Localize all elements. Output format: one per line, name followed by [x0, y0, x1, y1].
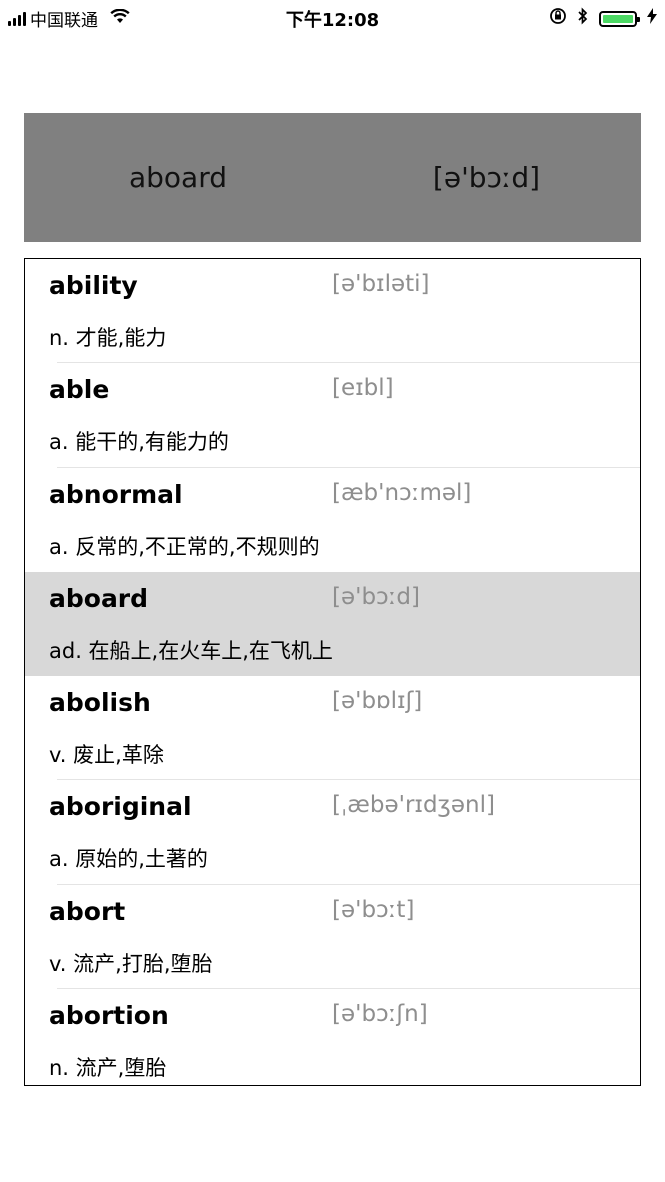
word-row[interactable]: able [eɪbl] a. 能干的,有能力的 [25, 363, 640, 468]
status-right [549, 7, 657, 30]
word-row[interactable]: ability [ə'bɪləti] n. 才能,能力 [25, 259, 640, 364]
entry-definition: a. 原始的,土著的 [49, 847, 208, 872]
entry-word: ability [49, 271, 138, 300]
entry-word: aboard [49, 583, 149, 613]
entry-definition: v. 流产,打胎,堕胎 [49, 951, 213, 976]
word-row[interactable]: abnormal [æb'nɔːməl] a. 反常的,不正常的,不规则的 [25, 468, 640, 572]
entry-word: abort [49, 896, 126, 926]
word-row[interactable]: aboriginal [ˌæbə'rɪdʒənl] a. 原始的,土著的 [25, 780, 640, 885]
selected-word-header: aboard [ə'bɔːd] [24, 113, 641, 242]
word-row[interactable]: abolish [ə'bɒlɪʃ] v. 废止,革除 [25, 676, 640, 781]
entry-phonetic: [ˌæbə'rɪdʒənl] [332, 792, 495, 819]
word-row[interactable]: abortion [ə'bɔːʃn] n. 流产,堕胎 [25, 989, 640, 1085]
word-row-selected[interactable]: aboard [ə'bɔːd] ad. 在船上,在火车上,在飞机上 [25, 571, 640, 677]
entry-phonetic: [ə'bɔːt] [332, 896, 415, 923]
entry-definition: n. 才能,能力 [49, 326, 167, 350]
entry-word: abortion [49, 1001, 169, 1031]
entry-phonetic: [ə'bɪləti] [332, 271, 430, 297]
entry-phonetic: [ə'bɒlɪʃ] [332, 688, 423, 715]
entry-definition: a. 能干的,有能力的 [49, 430, 229, 455]
entry-word: aboriginal [49, 792, 192, 822]
word-list[interactable]: ability [ə'bɪləti] n. 才能,能力 able [eɪbl] … [24, 258, 641, 1086]
entry-phonetic: [ə'bɔːʃn] [332, 1001, 428, 1028]
entry-word: abolish [49, 688, 151, 718]
status-bar: 中国联通 下午12:08 [0, 0, 665, 36]
entry-phonetic: [æb'nɔːməl] [332, 479, 472, 506]
battery-icon [599, 10, 640, 27]
charging-icon [647, 8, 657, 29]
bluetooth-icon [577, 7, 589, 30]
word-row[interactable]: abort [ə'bɔːt] v. 流产,打胎,堕胎 [25, 885, 640, 990]
entry-phonetic: [ə'bɔːd] [332, 583, 421, 610]
entry-definition: n. 流产,堕胎 [49, 1056, 167, 1081]
entry-definition: ad. 在船上,在火车上,在飞机上 [49, 638, 333, 663]
entry-definition: v. 废止,革除 [49, 743, 164, 768]
entry-phonetic: [eɪbl] [332, 375, 394, 402]
orientation-lock-icon [549, 7, 567, 30]
header-word: aboard [128, 161, 227, 194]
entry-word: abnormal [49, 479, 183, 509]
header-phonetic: [ə'bɔːd] [432, 161, 541, 194]
entry-word: able [49, 375, 110, 405]
entry-definition: a. 反常的,不正常的,不规则的 [49, 534, 320, 559]
